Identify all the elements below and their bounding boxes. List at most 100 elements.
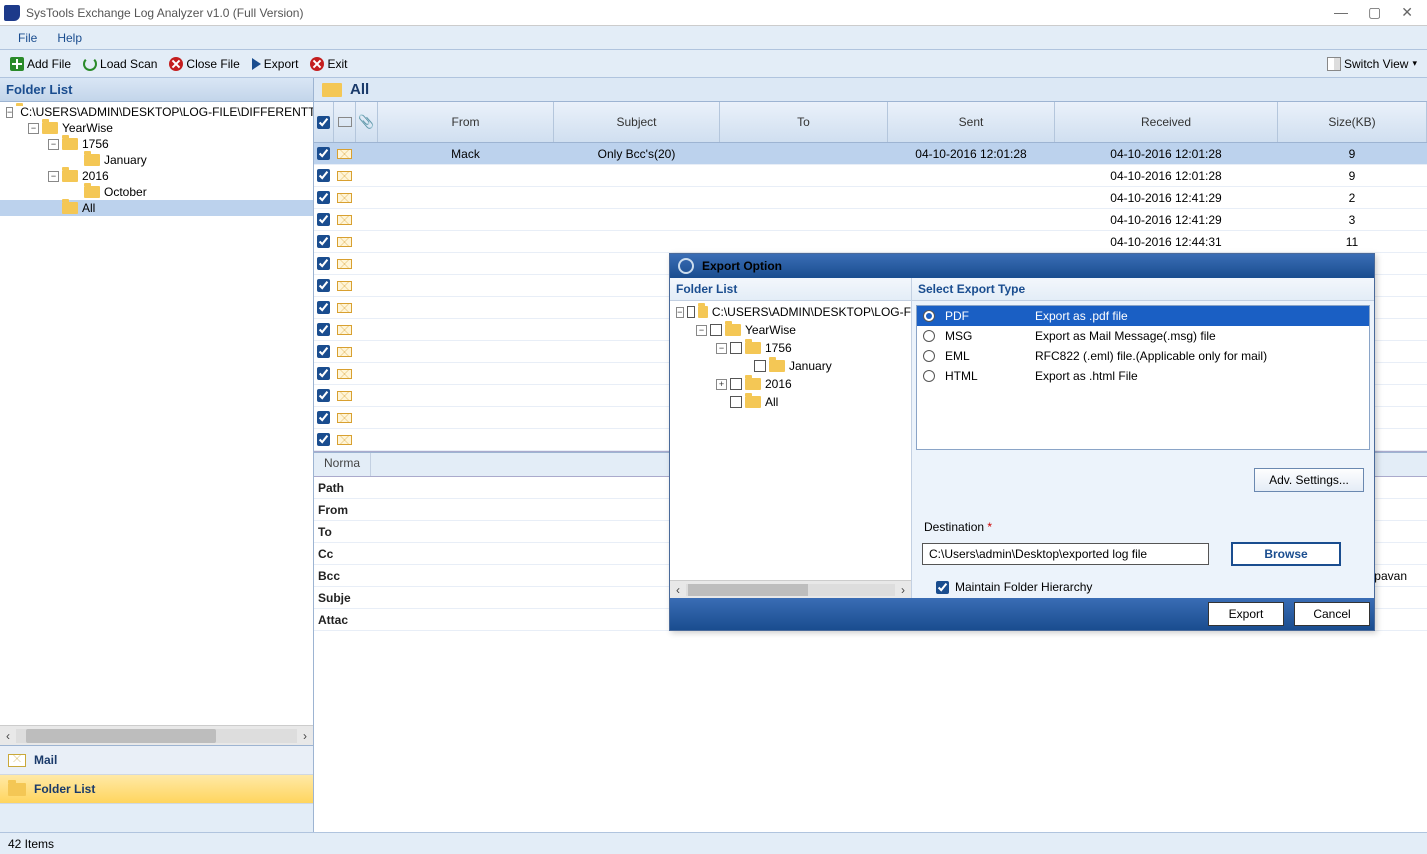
export-button[interactable]: Export	[246, 57, 305, 71]
scroll-right-icon[interactable]: ›	[895, 583, 911, 597]
dialog-folder-tree[interactable]: −C:\USERS\ADMIN\DESKTOP\LOG-F −YearWise …	[670, 301, 911, 580]
row-checkbox[interactable]	[317, 257, 330, 270]
radio-icon[interactable]	[923, 350, 935, 362]
header-received[interactable]: Received	[1055, 102, 1278, 142]
tree-checkbox[interactable]	[754, 360, 766, 372]
export-type-html[interactable]: HTMLExport as .html File	[917, 366, 1369, 386]
header-from[interactable]: From	[378, 102, 554, 142]
row-checkbox[interactable]	[317, 213, 330, 226]
table-row[interactable]: 04-10-2016 12:41:293	[314, 209, 1427, 231]
tree-root[interactable]: −C:\USERS\ADMIN\DESKTOP\LOG-FILE\DIFFERE…	[0, 104, 313, 120]
dialog-cancel-button[interactable]: Cancel	[1294, 602, 1370, 626]
header-size[interactable]: Size(KB)	[1278, 102, 1427, 142]
row-checkbox[interactable]	[317, 147, 330, 160]
dialog-export-button[interactable]: Export	[1208, 602, 1284, 626]
browse-button[interactable]: Browse	[1231, 542, 1341, 566]
tree-checkbox[interactable]	[710, 324, 722, 336]
folder-tree[interactable]: −C:\USERS\ADMIN\DESKTOP\LOG-FILE\DIFFERE…	[0, 102, 313, 725]
expander-icon[interactable]: −	[28, 123, 39, 134]
export-type-pdf[interactable]: PDFExport as .pdf file	[917, 306, 1369, 326]
adv-settings-button[interactable]: Adv. Settings...	[1254, 468, 1364, 492]
header-checkbox-cell[interactable]	[314, 102, 334, 142]
radio-icon[interactable]	[923, 310, 935, 322]
exit-button[interactable]: Exit	[304, 57, 353, 71]
row-checkbox[interactable]	[317, 433, 330, 446]
tree-checkbox[interactable]	[687, 306, 695, 318]
maintain-hierarchy-row[interactable]: Maintain Folder Hierarchy	[912, 572, 1374, 598]
tree-october[interactable]: October	[0, 184, 313, 200]
row-checkbox[interactable]	[317, 279, 330, 292]
export-type-msg[interactable]: MSGExport as Mail Message(.msg) file	[917, 326, 1369, 346]
table-row[interactable]: 04-10-2016 12:01:289	[314, 165, 1427, 187]
close-file-button[interactable]: Close File	[163, 57, 245, 71]
scroll-left-icon[interactable]: ‹	[670, 583, 686, 597]
envelope-icon	[337, 237, 352, 247]
menu-file[interactable]: File	[8, 31, 47, 45]
row-checkbox[interactable]	[317, 191, 330, 204]
tree-1756[interactable]: −1756	[0, 136, 313, 152]
export-type-list[interactable]: PDFExport as .pdf fileMSGExport as Mail …	[916, 305, 1370, 450]
maintain-hierarchy-checkbox[interactable]	[936, 581, 949, 594]
folder-list-header: Folder List	[0, 78, 313, 102]
expander-icon[interactable]: +	[716, 379, 727, 390]
destination-input[interactable]	[922, 543, 1209, 565]
detail-subject-label: Subje	[314, 591, 364, 605]
left-scrollbar[interactable]: ‹ ›	[0, 725, 313, 745]
tree-checkbox[interactable]	[730, 396, 742, 408]
expander-icon[interactable]: −	[716, 343, 727, 354]
dlg-tree-1756[interactable]: −1756	[670, 339, 911, 357]
export-type-eml[interactable]: EMLRFC822 (.eml) file.(Applicable only f…	[917, 346, 1369, 366]
tree-2016[interactable]: −2016	[0, 168, 313, 184]
row-checkbox[interactable]	[317, 389, 330, 402]
expander-icon[interactable]: −	[676, 307, 684, 318]
tree-checkbox[interactable]	[730, 378, 742, 390]
detail-from-label: From	[314, 503, 364, 517]
header-sent[interactable]: Sent	[888, 102, 1055, 142]
table-row[interactable]: MackOnly Bcc's(20)04-10-2016 12:01:2804-…	[314, 143, 1427, 165]
expander-icon[interactable]: −	[6, 107, 13, 118]
select-all-checkbox[interactable]	[317, 116, 330, 129]
row-checkbox[interactable]	[317, 323, 330, 336]
dlg-tree-all[interactable]: All	[670, 393, 911, 411]
folder-icon	[698, 306, 708, 318]
radio-icon[interactable]	[923, 330, 935, 342]
tree-checkbox[interactable]	[730, 342, 742, 354]
add-file-button[interactable]: Add File	[4, 57, 77, 71]
dlg-tree-yearwise[interactable]: −YearWise	[670, 321, 911, 339]
row-checkbox[interactable]	[317, 301, 330, 314]
tree-all[interactable]: All	[0, 200, 313, 216]
table-row[interactable]: 04-10-2016 12:44:3111	[314, 231, 1427, 253]
minimize-icon[interactable]: —	[1334, 4, 1348, 21]
dlg-tree-2016[interactable]: +2016	[670, 375, 911, 393]
expander-icon[interactable]: −	[48, 171, 59, 182]
maximize-icon[interactable]: ▢	[1368, 4, 1381, 21]
tree-yearwise[interactable]: −YearWise	[0, 120, 313, 136]
nav-folder-list[interactable]: Folder List	[0, 775, 313, 804]
cell-received: 04-10-2016 12:44:31	[1055, 235, 1278, 249]
menu-help[interactable]: Help	[47, 31, 92, 45]
dlg-tree-january[interactable]: January	[670, 357, 911, 375]
tab-normal[interactable]: Norma	[314, 453, 371, 476]
switch-view-button[interactable]: Switch View▾	[1321, 57, 1423, 71]
row-checkbox[interactable]	[317, 367, 330, 380]
row-checkbox[interactable]	[317, 235, 330, 248]
scroll-right-icon[interactable]: ›	[297, 729, 313, 743]
row-checkbox[interactable]	[317, 345, 330, 358]
scroll-thumb[interactable]	[26, 729, 216, 743]
header-to[interactable]: To	[720, 102, 888, 142]
row-checkbox[interactable]	[317, 169, 330, 182]
scroll-thumb[interactable]	[688, 584, 808, 596]
expander-icon[interactable]: −	[48, 139, 59, 150]
header-subject[interactable]: Subject	[554, 102, 720, 142]
nav-mail[interactable]: Mail	[0, 746, 313, 775]
row-checkbox[interactable]	[317, 411, 330, 424]
dialog-scrollbar[interactable]: ‹ ›	[670, 580, 911, 598]
expander-icon[interactable]: −	[696, 325, 707, 336]
load-scan-button[interactable]: Load Scan	[77, 57, 163, 71]
close-icon[interactable]: ✕	[1401, 4, 1413, 21]
tree-january[interactable]: January	[0, 152, 313, 168]
table-row[interactable]: 04-10-2016 12:41:292	[314, 187, 1427, 209]
dlg-tree-root[interactable]: −C:\USERS\ADMIN\DESKTOP\LOG-F	[670, 303, 911, 321]
scroll-left-icon[interactable]: ‹	[0, 729, 16, 743]
radio-icon[interactable]	[923, 370, 935, 382]
